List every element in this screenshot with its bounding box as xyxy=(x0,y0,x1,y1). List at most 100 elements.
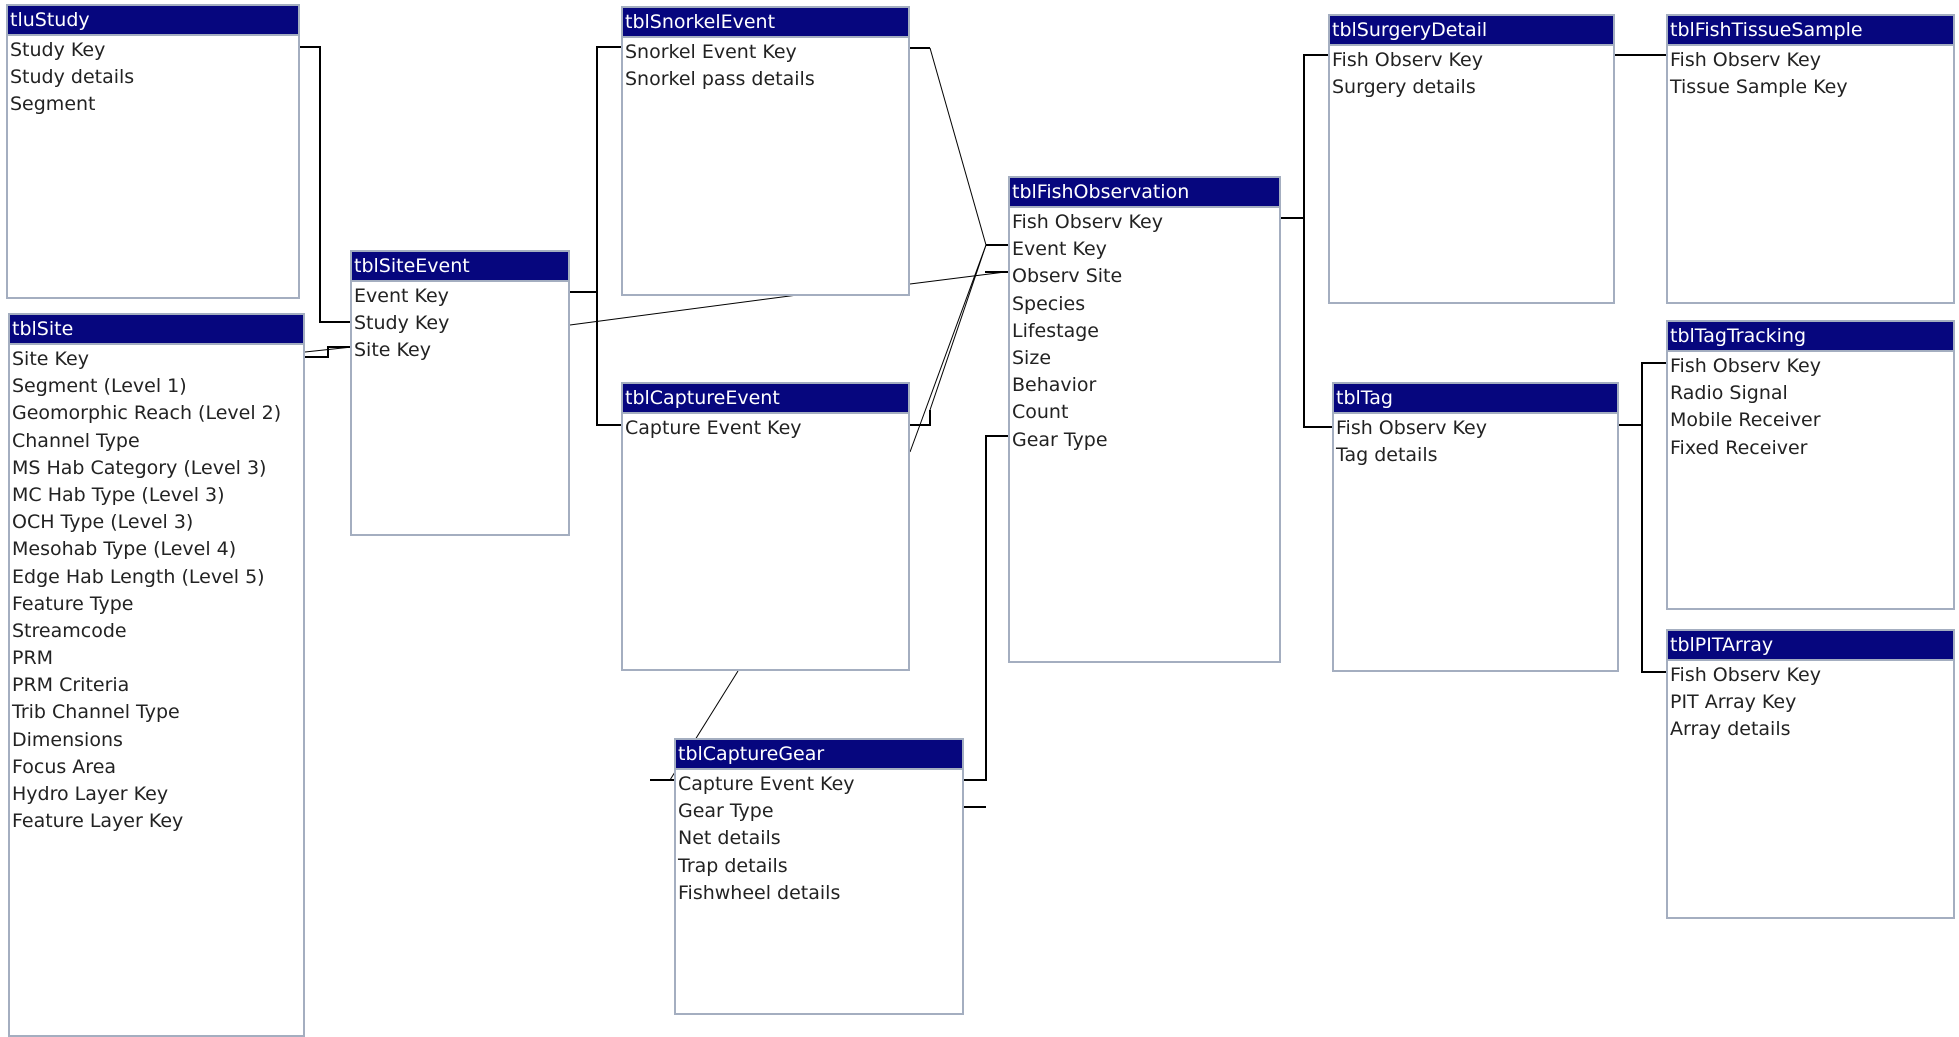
table-title[interactable]: tblTag xyxy=(1334,384,1617,414)
field-study-key[interactable]: Study Key xyxy=(8,37,298,64)
field-gear-type[interactable]: Gear Type xyxy=(1010,427,1279,454)
field-list: Fish Observ Key Surgery details xyxy=(1330,46,1613,101)
field-fish-observ-key[interactable]: Fish Observ Key xyxy=(1334,415,1617,442)
field-feature-type[interactable]: Feature Type xyxy=(10,591,303,618)
field-channel-type[interactable]: Channel Type xyxy=(10,428,303,455)
field-focus-area[interactable]: Focus Area xyxy=(10,754,303,781)
field-fish-observ-key[interactable]: Fish Observ Key xyxy=(1668,47,1953,74)
table-tbl-capture-gear[interactable]: tblCaptureGear Capture Event Key Gear Type… xyxy=(674,738,964,1015)
field-event-key[interactable]: Event Key xyxy=(1010,236,1279,263)
field-study-details[interactable]: Study details xyxy=(8,64,298,91)
field-fixed-receiver[interactable]: Fixed Receiver xyxy=(1668,435,1953,462)
field-list: Event Key Study Key Site Key xyxy=(352,282,568,365)
relationship-line-site-2 xyxy=(304,346,353,353)
field-surgery-details[interactable]: Surgery details xyxy=(1330,74,1613,101)
table-tbl-site[interactable]: tblSite Site Key Segment (Level 1) Geomorph… xyxy=(8,313,305,1037)
field-trap-details[interactable]: Trap details xyxy=(676,853,962,880)
table-title[interactable]: tblCaptureEvent xyxy=(623,384,908,414)
field-site-key[interactable]: Site Key xyxy=(352,337,568,364)
field-list: Capture Event Key Gear Type Net details Tra… xyxy=(676,770,962,907)
field-array-details[interactable]: Array details xyxy=(1668,716,1953,743)
field-capture-event-key[interactable]: Capture Event Key xyxy=(676,771,962,798)
field-snorkel-pass-details[interactable]: Snorkel pass details xyxy=(623,66,908,93)
field-gear-type[interactable]: Gear Type xyxy=(676,798,962,825)
field-dimensions[interactable]: Dimensions xyxy=(10,727,303,754)
relationship-line-site-obs-2 xyxy=(909,271,1006,285)
field-lifestage[interactable]: Lifestage xyxy=(1010,318,1279,345)
relationship-line-site xyxy=(305,346,352,358)
table-tbl-fish-observation[interactable]: tblFishObservation Fish Observ Key Event K… xyxy=(1008,176,1281,663)
field-tissue-sample-key[interactable]: Tissue Sample Key xyxy=(1668,74,1953,101)
field-trib-channel-type[interactable]: Trib Channel Type xyxy=(10,699,303,726)
field-event-key[interactable]: Event Key xyxy=(352,283,568,310)
table-tbl-surgery-detail[interactable]: tblSurgeryDetail Fish Observ Key Surgery d… xyxy=(1328,14,1615,304)
field-site-key[interactable]: Site Key xyxy=(10,346,303,373)
field-fish-observ-key[interactable]: Fish Observ Key xyxy=(1668,353,1953,380)
field-list: Fish Observ Key Tissue Sample Key xyxy=(1668,46,1953,101)
relationship-line-capture-obs-2 xyxy=(909,244,987,453)
field-list: Fish Observ Key Radio Signal Mobile Receiv… xyxy=(1668,352,1953,462)
field-och-type-level-3[interactable]: OCH Type (Level 3) xyxy=(10,509,303,536)
table-title[interactable]: tblFishTissueSample xyxy=(1668,16,1953,46)
field-streamcode[interactable]: Streamcode xyxy=(10,618,303,645)
relationship-line-capture-obs-3 xyxy=(929,244,987,411)
field-list: Fish Observ Key Tag details xyxy=(1334,414,1617,469)
table-tbl-tag-tracking[interactable]: tblTagTracking Fish Observ Key Radio Signa… xyxy=(1666,320,1955,610)
field-capture-event-key[interactable]: Capture Event Key xyxy=(623,415,908,442)
field-size[interactable]: Size xyxy=(1010,345,1279,372)
field-hydro-layer-key[interactable]: Hydro Layer Key xyxy=(10,781,303,808)
relationship-line-study xyxy=(300,46,352,323)
field-fish-observ-key[interactable]: Fish Observ Key xyxy=(1010,209,1279,236)
field-list: Snorkel Event Key Snorkel pass details xyxy=(623,38,908,93)
table-title[interactable]: tblCaptureGear xyxy=(676,740,962,770)
relationship-line-tagtracking xyxy=(1619,362,1667,426)
relationship-line-surgery xyxy=(1281,54,1331,219)
field-snorkel-event-key[interactable]: Snorkel Event Key xyxy=(623,39,908,66)
field-mobile-receiver[interactable]: Mobile Receiver xyxy=(1668,407,1953,434)
field-fish-observ-key[interactable]: Fish Observ Key xyxy=(1330,47,1613,74)
field-pit-array-key[interactable]: PIT Array Key xyxy=(1668,689,1953,716)
field-prm[interactable]: PRM xyxy=(10,645,303,672)
table-title[interactable]: tblSiteEvent xyxy=(352,252,568,282)
field-tag-details[interactable]: Tag details xyxy=(1334,442,1617,469)
field-observ-site[interactable]: Observ Site xyxy=(1010,263,1279,290)
relationship-line-capture xyxy=(596,292,622,426)
field-ms-hab-category-level-3[interactable]: MS Hab Category (Level 3) xyxy=(10,455,303,482)
field-mc-hab-type-level-3[interactable]: MC Hab Type (Level 3) xyxy=(10,482,303,509)
field-fish-observ-key[interactable]: Fish Observ Key xyxy=(1668,662,1953,689)
table-title[interactable]: tblSurgeryDetail xyxy=(1330,16,1613,46)
table-tbl-fish-tissue-sample[interactable]: tblFishTissueSample Fish Observ Key Tissue… xyxy=(1666,14,1955,304)
table-title[interactable]: tblPITArray xyxy=(1668,631,1953,661)
table-title[interactable]: tluStudy xyxy=(8,6,298,36)
field-segment[interactable]: Segment xyxy=(8,91,298,118)
table-title[interactable]: tblSnorkelEvent xyxy=(623,8,908,38)
table-tbl-snorkel-event[interactable]: tblSnorkelEvent Snorkel Event Key Snorkel … xyxy=(621,6,910,296)
field-species[interactable]: Species xyxy=(1010,291,1279,318)
field-segment-level-1[interactable]: Segment (Level 1) xyxy=(10,373,303,400)
field-edge-hab-length-level-5[interactable]: Edge Hab Length (Level 5) xyxy=(10,564,303,591)
table-tbl-capture-event[interactable]: tblCaptureEvent Capture Event Key xyxy=(621,382,910,671)
field-count[interactable]: Count xyxy=(1010,399,1279,426)
table-tbl-tag[interactable]: tblTag Fish Observ Key Tag details xyxy=(1332,382,1619,672)
relationship-line-snorkel xyxy=(570,46,622,293)
field-list: Site Key Segment (Level 1) Geomorphic Reac… xyxy=(10,345,303,835)
field-net-details[interactable]: Net details xyxy=(676,825,962,852)
table-title[interactable]: tblTagTracking xyxy=(1668,322,1953,352)
field-list: Fish Observ Key Event Key Observ Site Speci… xyxy=(1010,208,1279,454)
table-tlu-study[interactable]: tluStudy Study Key Study details Segment xyxy=(6,4,300,299)
field-geomorphic-reach-level-2[interactable]: Geomorphic Reach (Level 2) xyxy=(10,400,303,427)
field-feature-layer-key[interactable]: Feature Layer Key xyxy=(10,808,303,835)
relationship-line-site-obs xyxy=(569,293,806,326)
table-title[interactable]: tblSite xyxy=(10,315,303,345)
field-study-key[interactable]: Study Key xyxy=(352,310,568,337)
field-fishwheel-details[interactable]: Fishwheel details xyxy=(676,880,962,907)
field-list: Study Key Study details Segment xyxy=(8,36,298,119)
field-behavior[interactable]: Behavior xyxy=(1010,372,1279,399)
field-mesohab-type-level-4[interactable]: Mesohab Type (Level 4) xyxy=(10,536,303,563)
table-tbl-pitarray[interactable]: tblPITArray Fish Observ Key PIT Array Key A… xyxy=(1666,629,1955,919)
relationship-line-pitarray xyxy=(1641,425,1667,673)
field-radio-signal[interactable]: Radio Signal xyxy=(1668,380,1953,407)
table-tbl-site-event[interactable]: tblSiteEvent Event Key Study Key Site Key xyxy=(350,250,570,536)
table-title[interactable]: tblFishObservation xyxy=(1010,178,1279,208)
field-prm-criteria[interactable]: PRM Criteria xyxy=(10,672,303,699)
